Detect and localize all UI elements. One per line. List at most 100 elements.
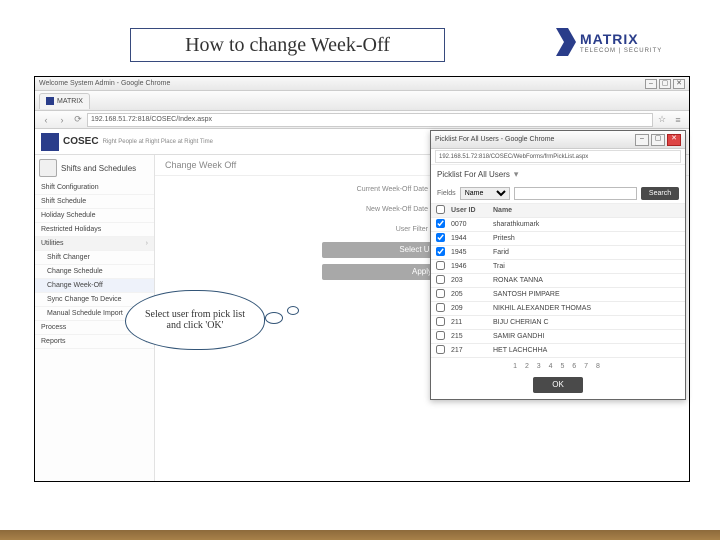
popup-filter-row: Fields Name Search	[431, 184, 685, 204]
logo-text: MATRIX	[580, 31, 662, 47]
sidebar-header: Shifts and Schedules	[35, 155, 154, 181]
popup-titlebar: Picklist For All Users - Google Chrome –…	[431, 131, 685, 149]
table-row[interactable]: 1946Trai	[431, 260, 685, 274]
row-checkbox[interactable]	[436, 247, 445, 256]
label-new-date: New Week-Off Date	[298, 206, 428, 213]
main-url-input[interactable]: 192.168.51.72:818/COSEC/Index.aspx	[87, 113, 653, 127]
main-address-row: ‹ › ⟳ 192.168.51.72:818/COSEC/Index.aspx…	[35, 111, 689, 129]
cell-name: SANTOSH PIMPARE	[491, 291, 685, 298]
search-button[interactable]: Search	[641, 187, 679, 200]
row-checkbox[interactable]	[436, 317, 445, 326]
table-row[interactable]: 205SANTOSH PIMPARE	[431, 288, 685, 302]
table-row[interactable]: 0070sharathkumark	[431, 218, 685, 232]
cell-name: sharathkumark	[491, 221, 685, 228]
back-icon[interactable]: ‹	[39, 113, 53, 127]
table-row[interactable]: 217HET LACHCHHA	[431, 344, 685, 358]
shifts-icon	[39, 159, 57, 177]
sidebar-item-holiday[interactable]: Holiday Schedule	[35, 209, 154, 223]
cell-userid: 1944	[449, 235, 491, 242]
cell-userid: 215	[449, 333, 491, 340]
table-row[interactable]: 209NIKHIL ALEXANDER THOMAS	[431, 302, 685, 316]
main-title-text: Welcome System Admin - Google Chrome	[39, 80, 170, 87]
sidebar-group-utilities[interactable]: Utilities	[35, 237, 154, 251]
row-checkbox[interactable]	[436, 261, 445, 270]
sidebar-item-shift-config[interactable]: Shift Configuration	[35, 181, 154, 195]
table-row[interactable]: 1945Farid	[431, 246, 685, 260]
bookmark-icon[interactable]: ☆	[655, 113, 669, 127]
popup-maximize-button[interactable]: ▢	[651, 134, 665, 146]
sidebar-item-restricted[interactable]: Restricted Holidays	[35, 223, 154, 237]
maximize-button[interactable]: ▢	[659, 79, 671, 89]
popup-window-buttons: – ▢ ✕	[635, 134, 681, 146]
cell-userid: 1946	[449, 263, 491, 270]
table-row[interactable]: 203RONAK TANNA	[431, 274, 685, 288]
cell-name: RONAK TANNA	[491, 277, 685, 284]
row-checkbox[interactable]	[436, 289, 445, 298]
row-checkbox[interactable]	[436, 233, 445, 242]
menu-icon[interactable]: ≡	[671, 113, 685, 127]
close-button[interactable]: ✕	[673, 79, 685, 89]
page-title: How to change Week-Off	[130, 28, 445, 62]
row-checkbox[interactable]	[436, 219, 445, 228]
col-userid: User ID	[449, 207, 491, 214]
popup-minimize-button[interactable]: –	[635, 134, 649, 146]
sidebar-title: Shifts and Schedules	[61, 164, 136, 173]
table-header: User ID Name	[431, 204, 685, 218]
cell-name: HET LACHCHHA	[491, 347, 685, 354]
forward-icon[interactable]: ›	[55, 113, 69, 127]
cell-name: BIJU CHERIAN C	[491, 319, 685, 326]
cell-userid: 205	[449, 291, 491, 298]
main-titlebar: Welcome System Admin - Google Chrome – ▢…	[35, 77, 689, 91]
matrix-logo-icon	[556, 28, 576, 56]
table-row[interactable]: 215SAMIR GANDHI	[431, 330, 685, 344]
popup-title-text: Picklist For All Users - Google Chrome	[435, 136, 554, 143]
popup-heading-text: Picklist For All Users	[437, 170, 510, 179]
main-tab[interactable]: MATRIX	[39, 93, 90, 109]
filter-text-input[interactable]	[514, 187, 637, 200]
popup-close-button[interactable]: ✕	[667, 134, 681, 146]
main-window-buttons: – ▢ ✕	[645, 79, 685, 89]
dropdown-icon[interactable]: ▾	[514, 169, 519, 180]
pagination[interactable]: 1 2 3 4 5 6 7 8	[431, 359, 685, 374]
table-row[interactable]: 1944Pritesh	[431, 232, 685, 246]
cell-userid: 217	[449, 347, 491, 354]
sidebar-item-shift-schedule[interactable]: Shift Schedule	[35, 195, 154, 209]
row-checkbox[interactable]	[436, 275, 445, 284]
popup-address-row: 192.168.51.72:818/COSEC/WebForms/frmPick…	[431, 149, 685, 165]
col-name: Name	[491, 207, 685, 214]
footer-bar	[0, 530, 720, 540]
favicon-icon	[46, 97, 54, 105]
sidebar-item-change-schedule[interactable]: Change Schedule	[35, 265, 154, 279]
row-checkbox[interactable]	[436, 303, 445, 312]
cell-name: Pritesh	[491, 235, 685, 242]
picklist-popup: Picklist For All Users - Google Chrome –…	[430, 130, 686, 400]
callout-text: Select user from pick list and click 'OK…	[125, 290, 265, 350]
filter-field-select[interactable]: Name	[460, 187, 510, 200]
cell-userid: 209	[449, 305, 491, 312]
cell-name: NIKHIL ALEXANDER THOMAS	[491, 305, 685, 312]
user-table: User ID Name 0070sharathkumark1944Prites…	[431, 204, 685, 359]
reload-icon[interactable]: ⟳	[71, 113, 85, 127]
row-checkbox[interactable]	[436, 345, 445, 354]
cell-name: SAMIR GANDHI	[491, 333, 685, 340]
popup-url-input[interactable]: 192.168.51.72:818/COSEC/WebForms/frmPick…	[435, 150, 681, 163]
minimize-button[interactable]: –	[645, 79, 657, 89]
callout-bubble	[287, 306, 299, 315]
row-checkbox[interactable]	[436, 331, 445, 340]
callout: Select user from pick list and click 'OK…	[125, 280, 315, 360]
ok-button[interactable]: OK	[533, 377, 583, 393]
cosec-tagline: Right People at Right Place at Right Tim…	[103, 139, 213, 145]
cosec-brand: COSEC	[63, 136, 99, 147]
main-tab-row: MATRIX	[35, 91, 689, 111]
logo: MATRIX TELECOM | SECURITY	[556, 22, 684, 62]
label-current-date: Current Week-Off Date	[298, 186, 428, 193]
cell-userid: 211	[449, 319, 491, 326]
logo-subtext: TELECOM | SECURITY	[580, 48, 662, 54]
table-row[interactable]: 211BIJU CHERIAN C	[431, 316, 685, 330]
select-all-checkbox[interactable]	[436, 205, 445, 214]
cell-name: Trai	[491, 263, 685, 270]
cell-userid: 203	[449, 277, 491, 284]
callout-bubble	[265, 312, 283, 324]
sidebar-item-shift-changer[interactable]: Shift Changer	[35, 251, 154, 265]
cosec-logo-icon	[41, 133, 59, 151]
